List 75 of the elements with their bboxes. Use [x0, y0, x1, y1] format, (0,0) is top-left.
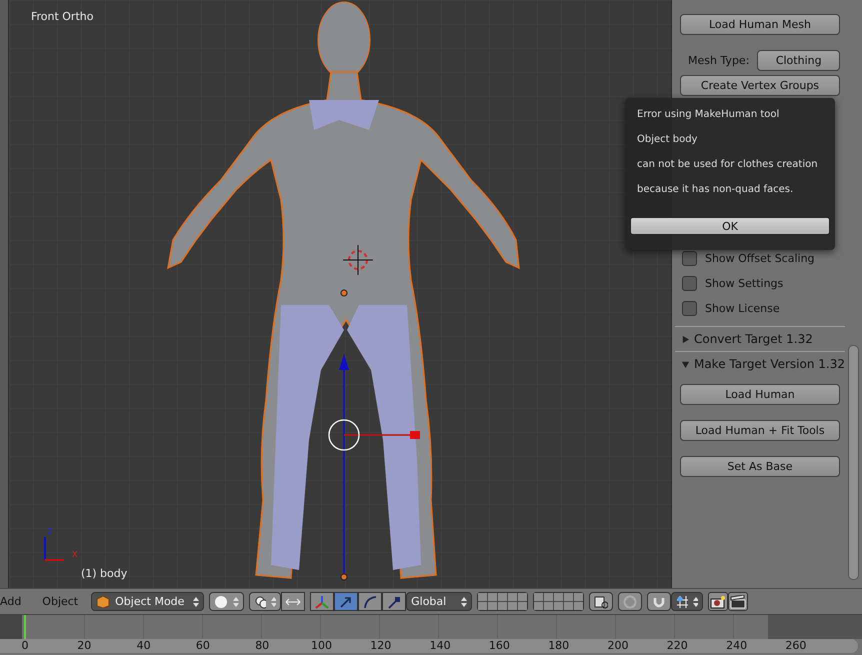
- section-header[interactable]: Make Target Version 1.32: [694, 357, 845, 371]
- pivot-dropdown[interactable]: [249, 592, 282, 611]
- checkbox-label: Show Settings: [704, 277, 784, 290]
- scrollbar[interactable]: [848, 345, 859, 580]
- ok-button[interactable]: OK: [630, 217, 830, 235]
- frame-number: 40: [136, 639, 151, 652]
- checkbox[interactable]: [682, 301, 697, 316]
- 3d-cursor-icon: [342, 244, 374, 276]
- sphere-icon: [214, 594, 228, 608]
- frame-number: 0: [22, 639, 28, 652]
- ring-icon: [623, 594, 638, 608]
- frame-number: 120: [370, 639, 392, 652]
- proportional-edit-button[interactable]: [618, 592, 642, 611]
- checkbox-label: Show Offset Scaling: [704, 252, 815, 265]
- section-header[interactable]: Convert Target 1.32: [694, 332, 813, 346]
- checkbox-label: Show License: [704, 302, 780, 315]
- manipulator-toggle[interactable]: [358, 592, 382, 611]
- mesh-type-dropdown[interactable]: Clothing: [757, 50, 840, 71]
- axes-icon: [314, 594, 330, 610]
- cube-icon: [96, 594, 110, 608]
- frame-number: 240: [726, 639, 748, 652]
- manipulator-toggle[interactable]: [310, 592, 334, 611]
- updown-arrows-icon: [233, 596, 240, 608]
- field-label: Mesh Type:: [688, 54, 750, 67]
- snap-element-dropdown[interactable]: [671, 592, 704, 611]
- timeline-track[interactable]: [0, 614, 862, 639]
- menu-item[interactable]: Object: [42, 595, 86, 608]
- updown-arrows-icon: [193, 596, 200, 608]
- mode-dropdown[interactable]: Object Mode: [91, 592, 204, 611]
- shading-dropdown[interactable]: [209, 592, 244, 611]
- render-button[interactable]: [708, 592, 728, 611]
- panel-button[interactable]: Set As Base: [680, 456, 840, 477]
- panel-button[interactable]: Create Vertex Groups: [680, 75, 840, 96]
- layer-grid[interactable]: [533, 592, 584, 611]
- object-name-label: (1) body: [80, 567, 128, 580]
- collapse-triangle-icon[interactable]: [680, 360, 690, 368]
- manipulate-centers-button[interactable]: [281, 592, 306, 611]
- checkbox[interactable]: [682, 251, 697, 266]
- frame-number: 60: [196, 639, 210, 652]
- camera-icon: [710, 594, 726, 608]
- orientation-dropdown[interactable]: Global: [406, 592, 472, 611]
- render-animation-button[interactable]: [728, 592, 748, 611]
- updown-arrows-icon: [693, 596, 698, 608]
- manipulator-toggle[interactable]: [382, 592, 406, 611]
- layer-grid[interactable]: [477, 592, 528, 611]
- frame-number: 140: [430, 639, 451, 652]
- arc-icon: [362, 594, 378, 610]
- grid-icon: [676, 594, 688, 608]
- view-label: Front Ortho: [30, 10, 94, 23]
- frame-number: 180: [548, 639, 570, 652]
- axis-label: Z: [46, 527, 52, 536]
- panel-button[interactable]: Load Human Mesh: [680, 14, 840, 35]
- frame-number: 80: [255, 639, 270, 652]
- frame-number: 200: [608, 639, 628, 652]
- menu-item[interactable]: Add: [0, 595, 30, 608]
- checkbox[interactable]: [682, 276, 697, 291]
- toolshelf-tab[interactable]: [0, 0, 9, 588]
- expand-triangle-icon[interactable]: [680, 334, 690, 344]
- frame-ruler[interactable]: 0 20 40 60 80 100 120 140 160 180 200 220 240 260: [0, 639, 858, 653]
- lock-layers-button[interactable]: [589, 592, 614, 611]
- frame-number: 100: [311, 639, 332, 652]
- pivot-icon: [254, 594, 266, 608]
- clapperboard-icon: [730, 594, 746, 608]
- axis-label: X: [72, 550, 78, 559]
- panel-button[interactable]: Load Human: [680, 384, 840, 405]
- frame-number: 20: [77, 639, 92, 652]
- frame-number: 260: [785, 639, 806, 652]
- panel-button[interactable]: Load Human + Fit Tools: [680, 420, 840, 441]
- manipulator-toggle[interactable]: [334, 592, 358, 611]
- frame-number: 160: [488, 639, 510, 652]
- layers-lock-icon: [594, 594, 608, 608]
- snap-button[interactable]: [647, 592, 672, 611]
- updown-arrows-icon: [461, 596, 468, 608]
- updown-arrows-icon: [271, 596, 276, 608]
- frame-number: 220: [666, 639, 688, 652]
